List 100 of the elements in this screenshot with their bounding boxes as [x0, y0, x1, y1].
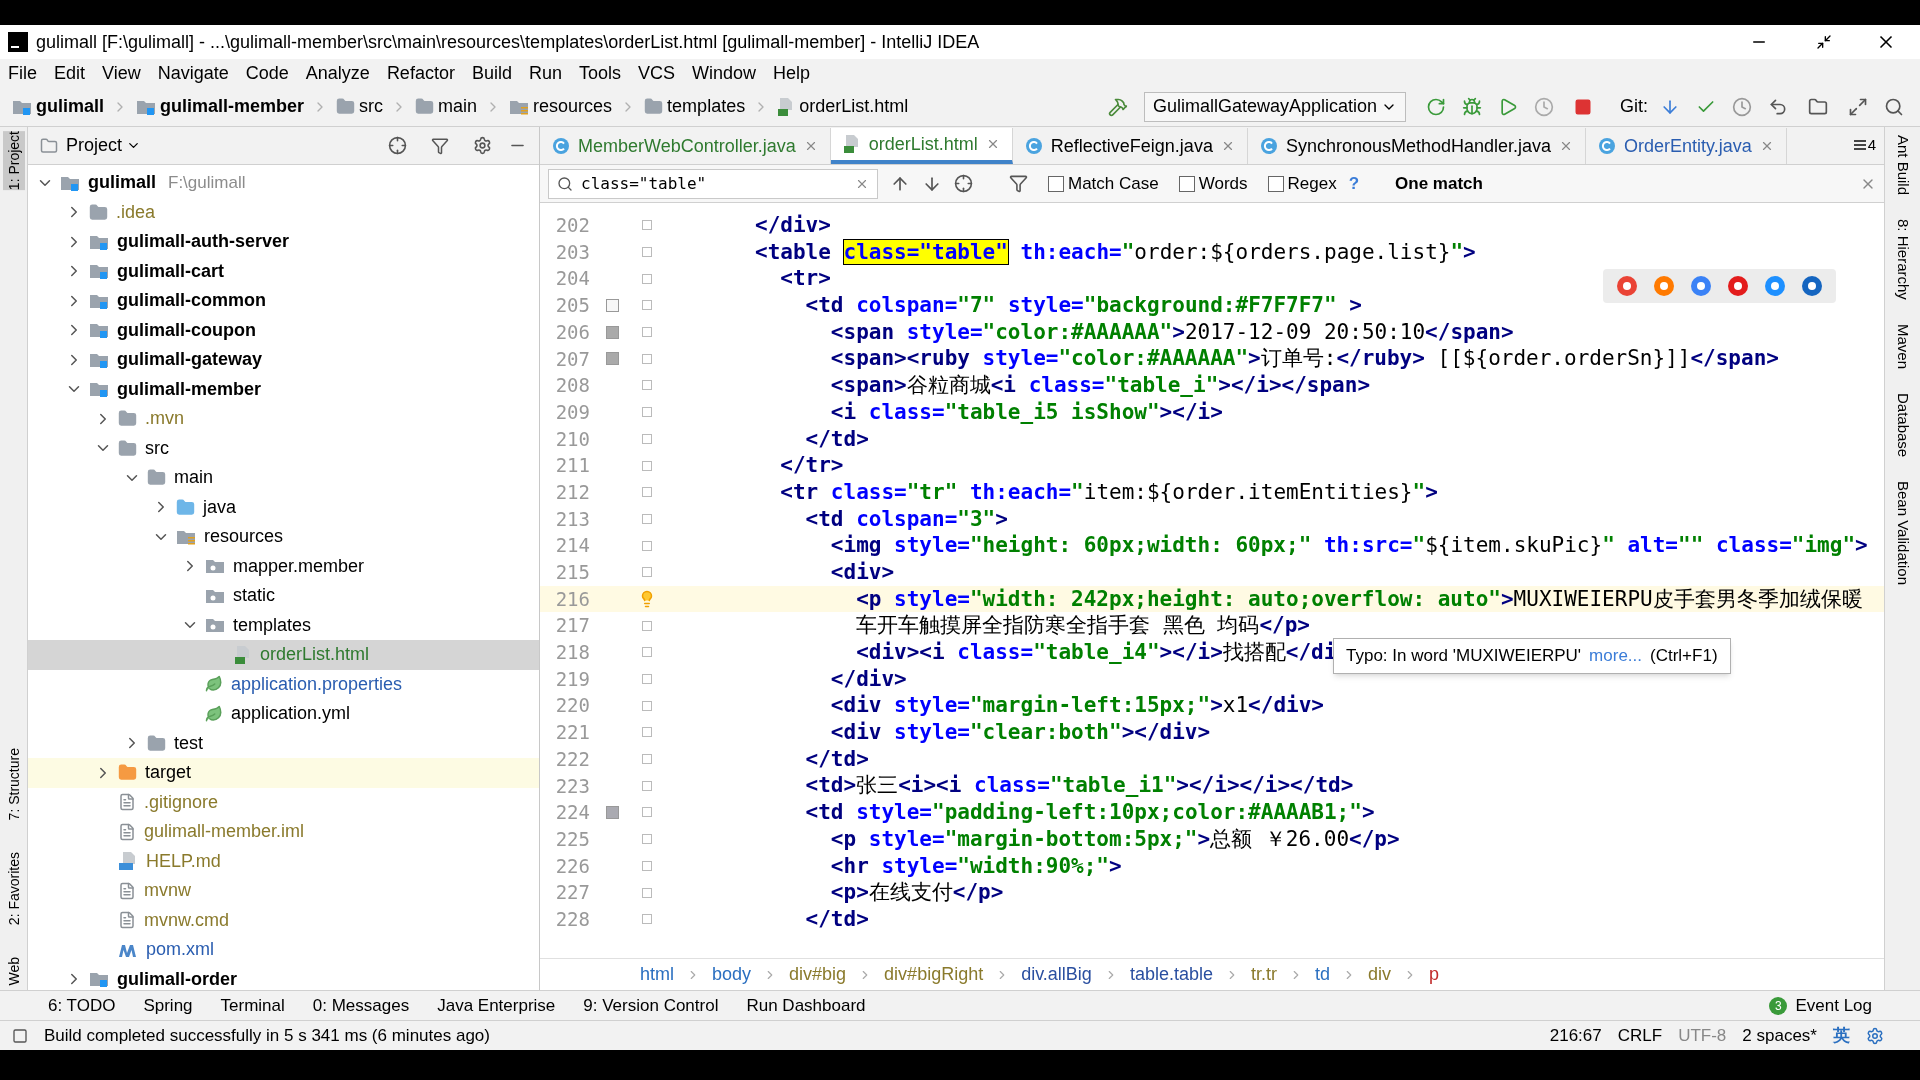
breadcrumb-item[interactable]: body — [712, 961, 752, 988]
tool-window-tab[interactable]: 2: Favorites — [2, 852, 25, 926]
browser-icon[interactable] — [1689, 274, 1713, 298]
checkbox[interactable] — [1178, 175, 1195, 192]
menu-item[interactable]: Tools — [578, 59, 621, 87]
tree-item[interactable]: target — [28, 758, 539, 788]
tree-item[interactable]: gulimall-member.iml — [28, 817, 539, 847]
fold-marker-icon[interactable] — [642, 647, 652, 658]
fold-marker-icon[interactable] — [642, 433, 652, 444]
breadcrumb-item[interactable]: gulimall — [12, 93, 104, 120]
editor-tab[interactable]: SynchronousMethodHandler.java — [1247, 128, 1587, 164]
browser-icon[interactable] — [1652, 274, 1676, 298]
undo-icon[interactable] — [1768, 96, 1788, 117]
tool-window-tab[interactable]: 8: Hierarchy — [1891, 219, 1914, 300]
ime-mode[interactable]: 英 — [1833, 1022, 1850, 1049]
fold-marker-icon[interactable] — [642, 353, 652, 364]
restore-icon[interactable] — [1816, 34, 1832, 50]
tree-item[interactable]: gulimall-member — [28, 374, 539, 404]
fold-marker-icon[interactable] — [642, 327, 652, 338]
editor-tab[interactable]: MemberWebController.java — [540, 128, 831, 164]
menu-item[interactable]: View — [102, 59, 141, 87]
fold-marker-icon[interactable] — [642, 860, 652, 871]
menu-item[interactable]: Help — [773, 59, 811, 87]
tree-item[interactable]: mapper.member — [28, 551, 539, 581]
fold-marker-icon[interactable] — [642, 380, 652, 391]
menu-item[interactable]: Build — [471, 59, 512, 87]
fold-marker-icon[interactable] — [642, 700, 652, 711]
hammer-icon[interactable] — [1107, 96, 1128, 117]
help-link[interactable]: ? — [1348, 170, 1360, 197]
menu-item[interactable]: Run — [528, 59, 562, 87]
breadcrumb-item[interactable]: main — [415, 93, 478, 120]
editor-tab[interactable]: ReflectiveFeign.java — [1012, 128, 1248, 164]
tool-window-tab[interactable]: 6: TODO — [48, 992, 116, 1019]
menu-item[interactable]: File — [8, 59, 37, 87]
tool-window-tab[interactable]: Event Log — [1795, 992, 1872, 1019]
menu-item[interactable]: VCS — [638, 59, 675, 87]
fold-marker-icon[interactable] — [642, 540, 652, 551]
more-link[interactable]: more... — [1589, 643, 1642, 669]
menu-item[interactable]: Edit — [54, 59, 86, 87]
tool-window-tab[interactable]: Terminal — [220, 992, 285, 1019]
settings-icon[interactable] — [1866, 1026, 1884, 1045]
tool-window-tab[interactable]: Web — [2, 957, 25, 986]
tree-item[interactable]: gulimall-gateway — [28, 345, 539, 375]
breadcrumb-item[interactable]: div#bigRight — [884, 961, 984, 988]
breadcrumb-item[interactable]: table.table — [1129, 961, 1213, 988]
checkbox[interactable] — [1048, 175, 1064, 192]
fold-marker-icon[interactable] — [642, 780, 652, 791]
breadcrumb-item[interactable]: html — [640, 961, 674, 988]
caret-position[interactable]: 216:67 — [1549, 1022, 1602, 1049]
menu-item[interactable]: Analyze — [305, 59, 370, 87]
browser-icon[interactable] — [1726, 274, 1750, 298]
fold-marker-icon[interactable] — [642, 407, 652, 418]
tree-item[interactable]: mvnw.cmd — [28, 905, 539, 935]
fold-marker-icon[interactable] — [642, 460, 652, 471]
history-icon[interactable] — [1732, 96, 1752, 117]
breadcrumb-item[interactable]: gulimall-member — [136, 93, 305, 120]
editor-tab[interactable]: orderList.html — [830, 128, 1013, 164]
tree-item[interactable]: mvnw — [28, 876, 539, 906]
tool-window-tab[interactable]: Ant Build — [1891, 135, 1914, 196]
breadcrumb-item[interactable]: tr.tr — [1250, 961, 1277, 988]
tree-item[interactable]: resources — [28, 522, 539, 552]
fold-marker-icon[interactable] — [642, 487, 652, 498]
tree-item[interactable]: main — [28, 463, 539, 493]
tree-item[interactable]: application.yml — [28, 699, 539, 729]
line-separator[interactable]: CRLF — [1617, 1022, 1663, 1049]
tree-item[interactable]: static — [28, 581, 539, 611]
tool-window-tab[interactable]: Bean Validation — [1891, 481, 1914, 586]
tool-window-tab[interactable]: 9: Version Control — [583, 992, 719, 1019]
tab-list-icon[interactable] — [1853, 139, 1866, 150]
tree-item[interactable]: src — [28, 433, 539, 463]
browser-icon[interactable] — [1763, 274, 1787, 298]
checkbox[interactable] — [1267, 175, 1284, 192]
view-selector[interactable]: Project — [66, 132, 142, 159]
tree-item[interactable]: pom.xml — [28, 935, 539, 965]
editor-tab[interactable]: OrderEntity.java — [1586, 128, 1787, 164]
stop-icon[interactable] — [1574, 97, 1592, 116]
menu-item[interactable]: Refactor — [386, 59, 455, 87]
fold-marker-icon[interactable] — [642, 887, 652, 898]
fold-marker-icon[interactable] — [642, 620, 652, 631]
rerun-icon[interactable] — [1426, 96, 1446, 117]
breadcrumb-item[interactable]: src — [336, 93, 384, 120]
breadcrumb-item[interactable]: p — [1429, 961, 1439, 988]
tool-window-tab[interactable]: Database — [1891, 392, 1914, 458]
menu-item[interactable]: Navigate — [157, 59, 229, 87]
tree-item[interactable]: orderList.html — [28, 640, 539, 670]
menu-item[interactable]: Window — [692, 59, 757, 87]
filter-icon[interactable] — [1009, 174, 1028, 193]
tool-window-tab[interactable]: 0: Messages — [312, 992, 410, 1019]
breadcrumb-item[interactable]: div#big — [789, 961, 847, 988]
locate-icon[interactable] — [388, 136, 407, 155]
tool-window-tab[interactable]: Spring — [143, 992, 193, 1019]
tree-item[interactable]: .idea — [28, 197, 539, 227]
tree-item[interactable]: test — [28, 728, 539, 758]
folder-icon[interactable] — [1808, 96, 1828, 117]
fold-marker-icon[interactable] — [642, 567, 652, 578]
fold-marker-icon[interactable] — [642, 247, 652, 258]
breadcrumb-item[interactable]: templates — [644, 93, 746, 120]
run-config-dropdown[interactable]: GulimallGatewayApplication — [1143, 91, 1406, 122]
indent-setting[interactable]: 2 spaces* — [1742, 1022, 1817, 1049]
fold-marker-icon[interactable] — [642, 513, 652, 524]
